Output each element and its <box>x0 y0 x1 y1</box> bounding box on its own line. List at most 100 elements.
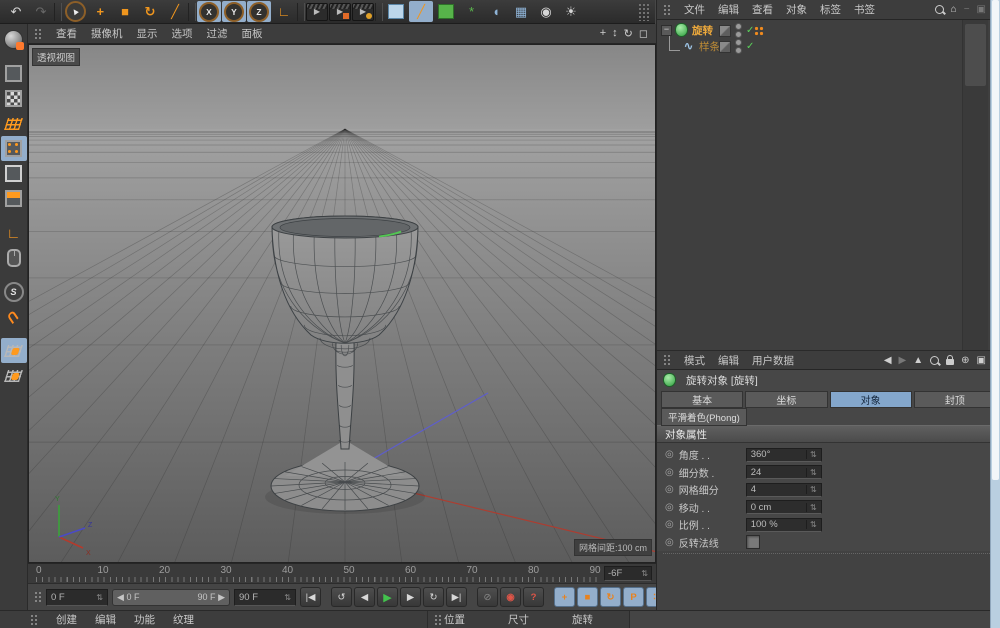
primitive-cube-menu[interactable] <box>384 1 408 22</box>
x-axis-lock[interactable]: X <box>197 1 221 22</box>
coordinate-system-toggle[interactable]: ∟ <box>272 1 296 22</box>
edit-menu[interactable]: 编辑 <box>718 2 739 17</box>
scale-key-toggle[interactable]: ■ <box>577 587 598 607</box>
snap-button[interactable]: S <box>1 279 27 304</box>
panel-handle-icon[interactable] <box>663 354 671 366</box>
separator[interactable] <box>297 3 305 21</box>
cameras-menu[interactable]: 摄像机 <box>91 26 123 41</box>
render-view-button[interactable]: ▶ <box>306 3 328 21</box>
value-field[interactable]: 0 cm ⇅ <box>746 500 822 514</box>
spacer[interactable] <box>1 52 27 61</box>
edit-menu[interactable]: 编辑 <box>95 612 116 627</box>
animation-dot-icon[interactable]: ◎ <box>665 467 674 478</box>
layer-chip-icon[interactable] <box>719 25 731 37</box>
stepper-icon[interactable]: ⇅ <box>806 485 817 494</box>
range-right-arrow-icon[interactable]: ▶ <box>218 592 225 602</box>
function-menu[interactable]: 功能 <box>134 612 155 627</box>
stepper-icon[interactable]: ⇅ <box>806 503 817 512</box>
loop-button[interactable]: ↻ <box>423 587 444 607</box>
separator[interactable] <box>188 3 196 21</box>
mode-menu[interactable]: 模式 <box>684 353 705 368</box>
back-icon[interactable]: ◀ <box>884 355 892 366</box>
timeline-ruler[interactable]: 0102030405060708090 -6F⇅ <box>28 563 656 584</box>
sketch-tool[interactable]: ╱ <box>163 1 187 22</box>
make-editable-button[interactable] <box>1 27 27 52</box>
animation-dot-icon[interactable]: ◎ <box>665 484 674 495</box>
edit-menu[interactable]: 编辑 <box>718 353 739 368</box>
render-visibility-dot[interactable] <box>735 47 742 54</box>
deformer-menu[interactable]: ◖ <box>484 1 508 22</box>
home-icon[interactable]: ⌂ <box>951 4 957 15</box>
object-row-lathe[interactable]: − 旋转 ✓ <box>657 22 1000 38</box>
goto-start-button[interactable]: |◀ <box>300 587 321 607</box>
panel-handle-icon[interactable] <box>34 591 42 603</box>
light-menu[interactable]: ☀ <box>559 1 583 22</box>
object-name-label[interactable]: 旋转 <box>692 23 713 38</box>
tab-caps[interactable]: 封顶 <box>914 391 996 408</box>
texture-mode-button[interactable] <box>1 86 27 111</box>
pan-view-icon[interactable]: + <box>600 27 606 40</box>
toggle-view-icon[interactable]: ◻ <box>639 27 648 40</box>
texture-menu[interactable]: 纹理 <box>173 612 194 627</box>
model-mode-button[interactable] <box>1 61 27 86</box>
popup-window-icon[interactable]: ▣ <box>977 4 986 15</box>
stepper-icon[interactable]: ⇅ <box>96 593 103 602</box>
value-field[interactable]: 24 ⇅ <box>746 465 822 479</box>
camera-menu[interactable]: ◉ <box>534 1 558 22</box>
render-visibility-dot[interactable] <box>735 31 742 38</box>
display-menu[interactable]: 显示 <box>137 26 158 41</box>
rotation-key-toggle[interactable]: ↻ <box>600 587 621 607</box>
live-selection-tool[interactable]: ▲ <box>63 1 87 22</box>
goto-end-button[interactable]: ▶| <box>446 587 467 607</box>
enable-axis-button[interactable]: ∟ <box>1 220 27 245</box>
panel-handle-icon[interactable] <box>663 4 671 16</box>
play-backward-button[interactable]: ↺ <box>331 587 352 607</box>
lock-workplane-button[interactable] <box>1 338 27 363</box>
value-field[interactable]: 4 ⇅ <box>746 483 822 497</box>
animation-dot-icon[interactable]: ◎ <box>665 502 674 513</box>
object-tag-icon[interactable] <box>753 25 764 36</box>
autokey-button[interactable]: ? <box>523 587 544 607</box>
render-to-picture-viewer-button[interactable]: ▶ <box>329 3 351 21</box>
points-mode-button[interactable] <box>1 136 27 161</box>
spline-pen-menu[interactable]: ╱ <box>409 1 433 22</box>
focus-icon[interactable]: ⊕ <box>961 355 969 366</box>
object-manager-scrollbar[interactable] <box>962 20 988 350</box>
layer-chip-icon[interactable] <box>719 41 731 53</box>
subdivision-surface-menu[interactable] <box>434 1 458 22</box>
view-menu[interactable]: 查看 <box>56 26 77 41</box>
bookmarks-menu[interactable]: 书签 <box>854 2 875 17</box>
camera-label[interactable]: 透视视图 <box>32 48 80 66</box>
object-name-label[interactable]: 样条 <box>699 39 720 54</box>
separator[interactable] <box>54 3 62 21</box>
stepper-icon[interactable]: ⇅ <box>284 593 291 602</box>
stepper-icon[interactable]: ⇅ <box>806 468 817 477</box>
stepper-icon[interactable]: ⇅ <box>806 450 817 459</box>
start-frame-field[interactable]: 0 F⇅ <box>46 589 108 606</box>
enable-check-icon[interactable]: ✓ <box>746 41 754 52</box>
animation-dot-icon[interactable]: ◎ <box>665 537 674 548</box>
workplane-mode-button[interactable] <box>1 111 27 136</box>
scale-tool[interactable]: ■ <box>113 1 137 22</box>
value-field[interactable]: 100 % ⇅ <box>746 518 822 532</box>
file-menu[interactable]: 文件 <box>684 2 705 17</box>
edge-mode-button[interactable] <box>1 161 27 186</box>
object-manager[interactable]: − 旋转 ✓ ∿ 样条 ✓ <box>657 20 1000 350</box>
object-properties-header[interactable]: 对象属性 <box>657 425 1000 443</box>
create-menu[interactable]: 创建 <box>56 612 77 627</box>
panel-handle-icon[interactable] <box>434 614 442 626</box>
scrollbar-thumb[interactable] <box>965 24 986 86</box>
parameter-key-toggle[interactable]: P <box>623 587 644 607</box>
forward-icon[interactable]: ▶ <box>899 355 907 366</box>
spacer[interactable] <box>1 329 27 338</box>
position-key-toggle[interactable]: + <box>554 587 575 607</box>
timeline-range-slider[interactable]: ◀ 0 F 90 F ▶ <box>112 589 230 606</box>
end-frame-field[interactable]: 90 F⇅ <box>234 589 296 606</box>
scrollbar-thumb[interactable] <box>992 0 999 480</box>
spacer[interactable] <box>1 270 27 279</box>
animation-dot-icon[interactable]: ◎ <box>665 449 674 460</box>
object-row-spline[interactable]: ∿ 样条 ✓ <box>657 38 1000 54</box>
tab-coordinates[interactable]: 坐标 <box>745 391 827 408</box>
tab-basic[interactable]: 基本 <box>661 391 743 408</box>
record-button[interactable]: ⊘ <box>477 587 498 607</box>
